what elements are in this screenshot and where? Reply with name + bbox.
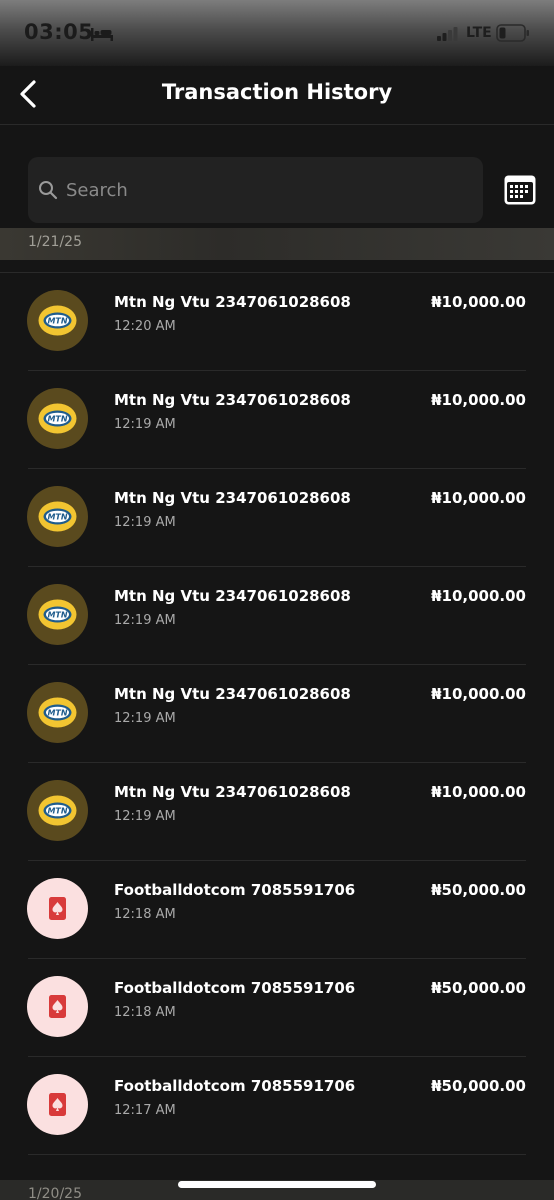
transaction-time: 12:19 AM (114, 417, 176, 432)
transaction-time: 12:20 AM (114, 319, 176, 334)
mtn-logo-icon: MTN (27, 682, 88, 743)
transaction-row[interactable]: MTN Mtn Ng Vtu 2347061028608 12:19 AM ₦10,… (27, 371, 526, 469)
transaction-row[interactable]: Footballdotcom 7085591706 12:18 AM ₦50,000… (27, 861, 526, 959)
svg-text:MTN: MTN (47, 513, 67, 522)
transaction-time: 12:18 AM (114, 1005, 176, 1020)
status-time: 03:05 (24, 20, 94, 44)
transaction-amount: ₦50,000.00 (431, 1077, 526, 1095)
transaction-row[interactable]: MTN Mtn Ng Vtu 2347061028608 12:19 AM ₦10,… (27, 567, 526, 665)
mtn-logo-icon: MTN (27, 780, 88, 841)
page-title: Transaction History (161, 80, 393, 104)
transaction-time: 12:19 AM (114, 613, 176, 628)
app-header: Transaction History (0, 66, 554, 125)
transaction-time: 12:19 AM (114, 711, 176, 726)
search-bar[interactable] (28, 157, 483, 223)
svg-text:MTN: MTN (47, 611, 67, 620)
transaction-title: Footballdotcom 7085591706 (114, 1077, 356, 1095)
svg-text:MTN: MTN (47, 807, 67, 816)
mtn-logo-icon: MTN (27, 388, 88, 449)
date-group-header: 1/21/25 (0, 228, 554, 260)
mtn-logo-icon: MTN (27, 486, 88, 547)
transaction-title: Mtn Ng Vtu 2347061028608 (114, 685, 351, 703)
transaction-row[interactable]: MTN Mtn Ng Vtu 2347061028608 12:19 AM ₦10,… (27, 763, 526, 861)
transaction-time: 12:17 AM (114, 1103, 176, 1118)
transaction-title: Mtn Ng Vtu 2347061028608 (114, 489, 351, 507)
status-bar: 03:05 LTE (0, 0, 554, 66)
transaction-title: Mtn Ng Vtu 2347061028608 (114, 783, 351, 801)
search-icon (39, 181, 58, 200)
transaction-amount: ₦10,000.00 (431, 489, 526, 507)
svg-text:MTN: MTN (47, 317, 67, 326)
transaction-time: 12:19 AM (114, 809, 176, 824)
transaction-row[interactable]: Footballdotcom 7085591706 12:17 AM ₦50,000… (27, 1057, 526, 1155)
betting-card-icon (27, 878, 88, 939)
mtn-logo-icon: MTN (27, 290, 88, 351)
transaction-list: MTN Mtn Ng Vtu 2347061028608 12:20 AM ₦10,… (0, 272, 554, 1155)
transaction-amount: ₦50,000.00 (431, 979, 526, 997)
battery-icon (496, 24, 529, 42)
transaction-title: Mtn Ng Vtu 2347061028608 (114, 391, 351, 409)
transaction-amount: ₦10,000.00 (431, 293, 526, 311)
transaction-row[interactable]: MTN Mtn Ng Vtu 2347061028608 12:19 AM ₦10,… (27, 665, 526, 763)
cellular-signal-icon (437, 27, 458, 41)
sleep-bed-icon (91, 28, 113, 41)
transaction-amount: ₦10,000.00 (431, 391, 526, 409)
network-type-label: LTE (466, 25, 492, 41)
mtn-logo-icon: MTN (27, 584, 88, 645)
date-group-label: 1/20/25 (28, 1186, 82, 1200)
date-group-label: 1/21/25 (28, 234, 82, 250)
transaction-row[interactable]: MTN Mtn Ng Vtu 2347061028608 12:19 AM ₦10,… (27, 469, 526, 567)
transaction-time: 12:18 AM (114, 907, 176, 922)
transaction-title: Footballdotcom 7085591706 (114, 979, 356, 997)
transaction-title: Mtn Ng Vtu 2347061028608 (114, 587, 351, 605)
transaction-amount: ₦10,000.00 (431, 685, 526, 703)
svg-text:MTN: MTN (47, 709, 67, 718)
transaction-amount: ₦10,000.00 (431, 587, 526, 605)
transaction-title: Mtn Ng Vtu 2347061028608 (114, 293, 351, 311)
betting-card-icon (27, 976, 88, 1037)
transaction-row[interactable]: Footballdotcom 7085591706 12:18 AM ₦50,000… (27, 959, 526, 1057)
betting-card-icon (27, 1074, 88, 1135)
transaction-title: Footballdotcom 7085591706 (114, 881, 356, 899)
svg-text:MTN: MTN (47, 415, 67, 424)
calendar-icon[interactable] (503, 173, 537, 207)
transaction-amount: ₦10,000.00 (431, 783, 526, 801)
transaction-time: 12:19 AM (114, 515, 176, 530)
transaction-amount: ₦50,000.00 (431, 881, 526, 899)
search-input[interactable] (64, 178, 483, 202)
transaction-row[interactable]: MTN Mtn Ng Vtu 2347061028608 12:20 AM ₦10,… (27, 273, 526, 371)
home-indicator[interactable] (178, 1181, 376, 1188)
transaction-history-screen: 03:05 LTE Transaction History Search 1/2… (0, 0, 554, 1200)
